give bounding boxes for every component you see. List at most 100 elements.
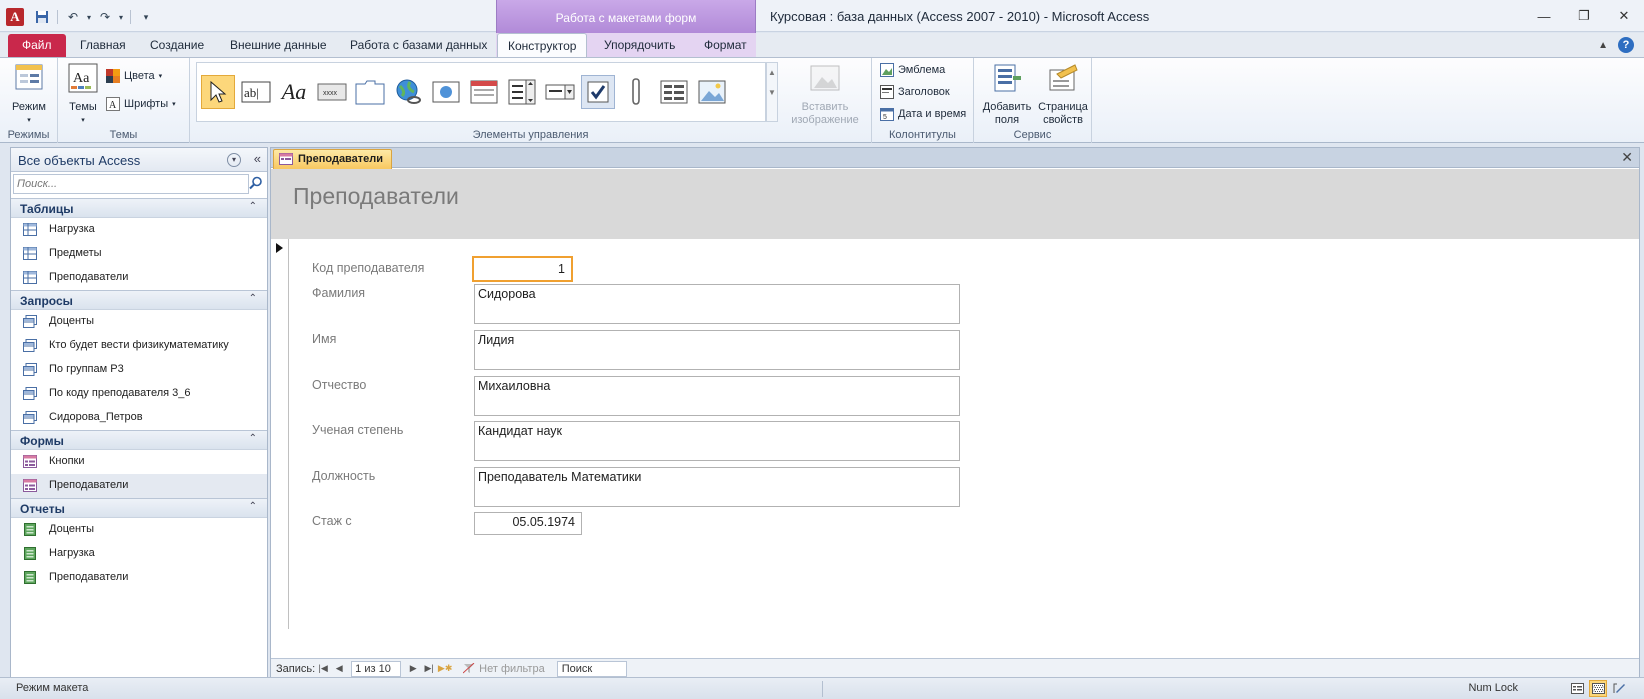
date-time-button[interactable]: 5 Дата и время	[880, 104, 966, 124]
textbox-control-icon[interactable]: ab|	[239, 75, 273, 109]
nav-item-form-selected[interactable]: Преподаватели	[11, 474, 267, 498]
select-pointer-icon[interactable]	[201, 75, 235, 109]
tab-design[interactable]: Конструктор	[497, 33, 588, 58]
combo-box-control-icon[interactable]	[543, 75, 577, 109]
field-label-experience-since[interactable]: Стаж с	[312, 514, 352, 528]
tab-arrange[interactable]: Упорядочить	[594, 33, 685, 57]
chevron-up-icon[interactable]: ⌃	[249, 293, 257, 304]
document-tab-teachers[interactable]: Преподаватели	[273, 149, 393, 169]
record-selector[interactable]	[271, 239, 289, 629]
attachment-control-icon[interactable]	[619, 75, 653, 109]
logo-button[interactable]: Эмблема	[880, 60, 945, 80]
first-record-icon[interactable]: |◀	[315, 663, 331, 674]
minimize-ribbon-icon[interactable]: ▲	[1598, 40, 1608, 51]
tab-home[interactable]: Главная	[70, 33, 136, 57]
next-record-icon[interactable]: ▶	[405, 663, 421, 674]
image-control-icon[interactable]	[695, 75, 729, 109]
nav-search-input[interactable]	[13, 174, 249, 194]
minimize-icon[interactable]: —	[1524, 0, 1564, 32]
help-icon[interactable]: ?	[1618, 37, 1634, 53]
form-title[interactable]: Преподаватели	[293, 183, 459, 210]
nav-item-table[interactable]: Преподаватели	[11, 266, 267, 290]
check-box-control-icon[interactable]	[581, 75, 615, 109]
navigation-control-icon[interactable]	[467, 75, 501, 109]
nav-item-table[interactable]: Нагрузка	[11, 218, 267, 242]
layout-view-icon[interactable]	[1589, 680, 1607, 697]
form-view-icon[interactable]	[1568, 680, 1586, 697]
nav-item-report[interactable]: Нагрузка	[11, 542, 267, 566]
filter-indicator[interactable]: Нет фильтра	[463, 663, 545, 675]
view-button[interactable]: Режим ▾	[8, 62, 50, 127]
field-label-teacher-id[interactable]: Код преподавателя	[312, 261, 424, 275]
tab-file[interactable]: Файл	[8, 34, 66, 57]
colors-button[interactable]: Цвета ▾	[106, 66, 162, 86]
redo-dropdown-icon[interactable]: ▾	[117, 8, 125, 26]
search-icon[interactable]	[249, 176, 263, 190]
design-view-icon[interactable]	[1610, 680, 1628, 697]
nav-item-form[interactable]: Кнопки	[11, 450, 267, 474]
nav-item-query[interactable]: По коду преподавателя 3_6	[11, 382, 267, 406]
title-button[interactable]: Заголовок	[880, 82, 950, 102]
field-patronymic[interactable]: Михаиловна	[474, 376, 960, 416]
nav-item-query[interactable]: Кто будет вести физикуматематику	[11, 334, 267, 358]
themes-button[interactable]: Aa Темы ▾	[64, 62, 102, 127]
add-existing-fields-button[interactable]: Добавить поля	[980, 62, 1034, 127]
chevron-up-icon[interactable]: ⌃	[249, 201, 257, 212]
nav-group-tables[interactable]: Таблицы ⌃	[11, 198, 267, 218]
button-control-icon[interactable]: xxxx	[315, 75, 349, 109]
property-sheet-button[interactable]: Страница свойств	[1036, 62, 1090, 127]
nav-item-query[interactable]: По группам Р3	[11, 358, 267, 382]
save-icon[interactable]	[32, 8, 52, 26]
subform-control-icon[interactable]	[657, 75, 691, 109]
tab-format[interactable]: Формат	[694, 33, 757, 57]
current-record-box[interactable]: 1 из 10	[351, 660, 402, 677]
nav-collapse-icon[interactable]: «	[254, 151, 261, 166]
undo-icon[interactable]: ↶	[63, 8, 83, 26]
chevron-up-icon[interactable]: ⌃	[249, 501, 257, 512]
field-label-last-name[interactable]: Фамилия	[312, 286, 365, 300]
hyperlink-control-icon[interactable]	[391, 75, 425, 109]
tab-create[interactable]: Создание	[140, 33, 214, 57]
label-control-icon[interactable]: Aa	[277, 75, 311, 109]
gallery-scroll[interactable]: ▲ ▼	[766, 62, 778, 122]
field-label-position[interactable]: Должность	[312, 469, 375, 483]
field-label-degree[interactable]: Ученая степень	[312, 423, 403, 437]
nav-title[interactable]: Все объекты Access	[18, 153, 140, 168]
option-group-control-icon[interactable]	[505, 75, 539, 109]
nav-item-table[interactable]: Предметы	[11, 242, 267, 266]
redo-icon[interactable]: ↷	[95, 8, 115, 26]
nav-menu-dropdown-icon[interactable]: ▾	[227, 153, 241, 167]
field-teacher-id[interactable]: 1	[472, 256, 573, 282]
field-label-first-name[interactable]: Имя	[312, 332, 336, 346]
nav-group-reports[interactable]: Отчеты ⌃	[11, 498, 267, 518]
web-browser-control-icon[interactable]	[429, 75, 463, 109]
undo-dropdown-icon[interactable]: ▾	[85, 8, 93, 26]
last-record-icon[interactable]: ▶|	[421, 663, 437, 674]
access-logo-icon[interactable]: A	[6, 8, 24, 26]
previous-record-icon[interactable]: ◀	[331, 663, 347, 674]
close-icon[interactable]: ✕	[1604, 0, 1644, 32]
customize-qat-icon[interactable]: ▾	[136, 8, 156, 26]
nav-group-queries[interactable]: Запросы ⌃	[11, 290, 267, 310]
field-experience-since[interactable]: 05.05.1974	[474, 512, 582, 535]
record-search-box[interactable]: Поиск	[556, 660, 627, 677]
nav-item-report[interactable]: Доценты	[11, 518, 267, 542]
nav-item-query[interactable]: Доценты	[11, 310, 267, 334]
restore-icon[interactable]: ❐	[1564, 0, 1604, 32]
tab-external-data[interactable]: Внешние данные	[220, 33, 337, 57]
fonts-button[interactable]: A Шрифты ▾	[106, 94, 176, 114]
tab-database-tools[interactable]: Работа с базами данных	[340, 33, 497, 57]
chevron-up-icon[interactable]: ⌃	[249, 433, 257, 444]
tab-control-icon[interactable]	[353, 75, 387, 109]
close-document-icon[interactable]: ✕	[1621, 149, 1633, 166]
field-position[interactable]: Преподаватель Математики	[474, 467, 960, 507]
insert-image-button[interactable]: Вставить изображение	[786, 62, 864, 127]
field-first-name[interactable]: Лидия	[474, 330, 960, 370]
nav-item-query[interactable]: Сидорова_Петров	[11, 406, 267, 430]
field-degree[interactable]: Кандидат наук	[474, 421, 960, 461]
new-record-icon[interactable]: ▶✱	[437, 663, 453, 674]
field-label-patronymic[interactable]: Отчество	[312, 378, 366, 392]
field-last-name[interactable]: Сидорова	[474, 284, 960, 324]
nav-item-report[interactable]: Преподаватели	[11, 566, 267, 590]
nav-group-forms[interactable]: Формы ⌃	[11, 430, 267, 450]
